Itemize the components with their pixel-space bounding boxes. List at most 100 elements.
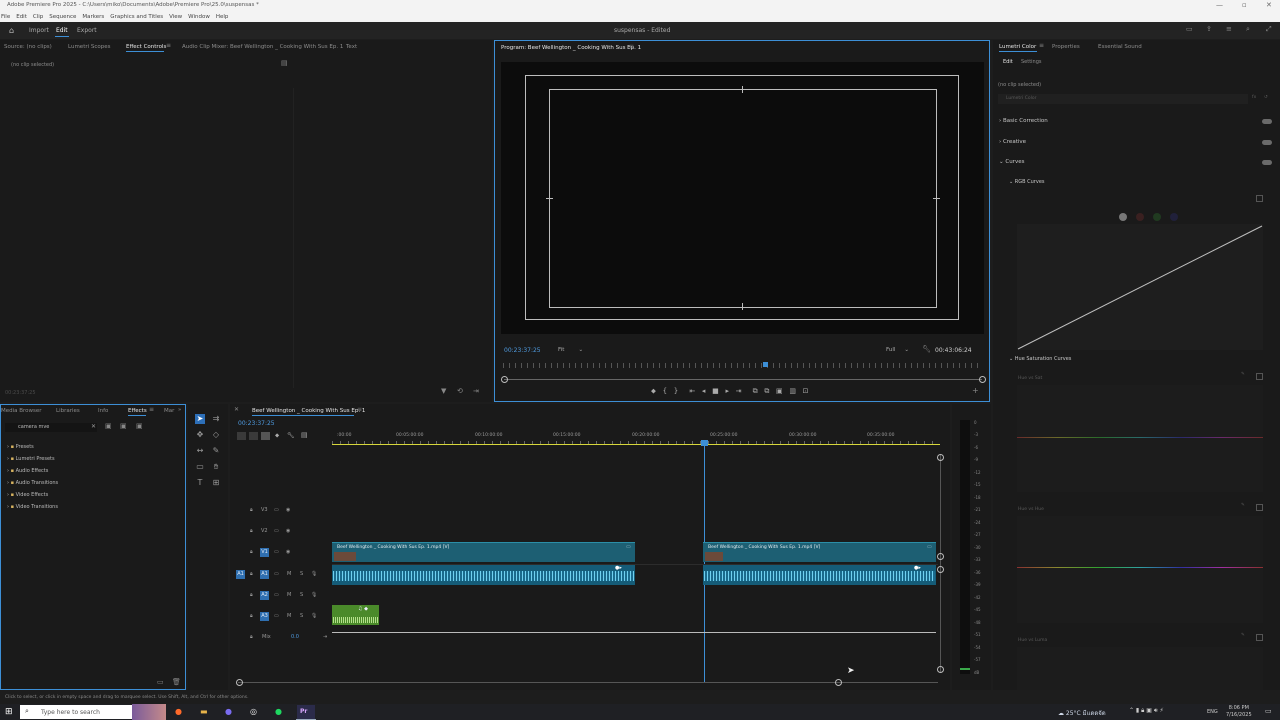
tab-audio-clip-mixer[interactable]: Audio Clip Mixer: Beef Wellington _ Cook… (182, 44, 343, 50)
32bit-effects-icon[interactable]: ▣ (120, 422, 127, 430)
curve-blue-channel[interactable] (1170, 213, 1178, 221)
clip-a3-1[interactable]: ♫ ◆ (332, 605, 379, 625)
effects-folder-lumetri-presets[interactable]: › ▪ Lumetri Presets (7, 453, 58, 465)
solo-button[interactable]: S (300, 571, 303, 577)
zoom-scrollbar[interactable] (504, 379, 982, 380)
tab-text[interactable]: Text (346, 44, 357, 50)
hue-vs-sat-graph[interactable] (1017, 385, 1263, 492)
maximize-icon[interactable]: ▫ (1242, 1, 1247, 9)
eyedropper-icon[interactable]: ✎ (1241, 503, 1245, 508)
tab-effects[interactable]: Effects (128, 408, 147, 414)
clip-a1-2[interactable]: ●▸ (703, 565, 936, 585)
tab-properties[interactable]: Properties (1052, 44, 1080, 50)
effects-menu-icon[interactable]: ≡ (149, 406, 154, 413)
basic-correction-toggle[interactable] (1262, 119, 1272, 124)
section-basic-correction[interactable]: › Basic Correction (999, 118, 1048, 124)
vscroll-handle-mid[interactable] (937, 553, 944, 560)
workspaces-icon[interactable]: ▭ (1186, 25, 1193, 33)
extract-icon[interactable]: ⧉ (764, 387, 769, 395)
tab-info[interactable]: Info (98, 408, 108, 414)
rectangle-tool-icon[interactable]: ▭ (195, 462, 205, 472)
menu-edit[interactable]: Edit (16, 14, 27, 20)
tab-lumetri-color[interactable]: Lumetri Color (999, 44, 1036, 50)
selection-tool-icon[interactable]: ➤ (195, 414, 205, 424)
curve-white-channel[interactable] (1119, 213, 1127, 221)
add-button-icon[interactable]: + (972, 386, 979, 395)
more-tabs-icon[interactable]: » (178, 407, 181, 413)
timeline-tab[interactable]: Beef Wellington _ Cooking With Sus Ep. 1 (252, 408, 365, 414)
track-select-tool-icon[interactable]: ⇉ (211, 414, 221, 424)
pen-tool-icon[interactable]: ✎ (211, 446, 221, 456)
discord-icon[interactable]: ● (225, 707, 232, 716)
tab-markers[interactable]: Mar (164, 408, 174, 414)
subtab-edit[interactable]: Edit (1003, 59, 1013, 65)
timeline-timecode[interactable]: 00:23:37:25 (238, 420, 275, 427)
filter-icon[interactable]: ▼ (441, 387, 446, 395)
hue-vs-sat-checkbox[interactable] (1256, 373, 1263, 380)
nav-edit[interactable]: Edit (56, 27, 68, 34)
fx-icon[interactable]: fx (1252, 95, 1256, 100)
reset-icon[interactable]: ↺ (1264, 95, 1268, 100)
tab-essential-sound[interactable]: Essential Sound (1098, 44, 1142, 50)
lumetri-menu-icon[interactable]: ≡ (1039, 42, 1044, 49)
track-target-a1[interactable]: A1 (260, 570, 269, 579)
step-back-icon[interactable]: ◂ (702, 387, 706, 395)
sync-lock-icon[interactable]: ▭ (274, 507, 279, 513)
eye-icon[interactable]: ◉ (286, 549, 290, 555)
tab-libraries[interactable]: Libraries (56, 408, 80, 414)
clip-v1-1[interactable]: Beef Wellington _ Cooking With Sus Ep. 1… (332, 542, 635, 562)
step-forward-icon[interactable]: ▸ (725, 387, 729, 395)
lock-icon[interactable]: 🔒︎ (250, 528, 253, 534)
effects-folder-video-effects[interactable]: › ▪ Video Effects (7, 489, 58, 501)
effects-folder-presets[interactable]: › ▪ Presets (7, 441, 58, 453)
sync-lock-icon[interactable]: ▭ (274, 613, 279, 619)
hscroll-handle-right[interactable] (835, 679, 842, 686)
fit-dropdown[interactable]: Fit ⌄ (558, 347, 583, 353)
mute-button[interactable]: M (287, 592, 291, 598)
program-tab[interactable]: Program: Beef Wellington _ Cooking With … (501, 45, 641, 51)
section-curves[interactable]: ⌄ Curves (999, 159, 1024, 165)
menu-file[interactable]: File (1, 14, 10, 20)
search-highlight-image[interactable] (132, 704, 166, 720)
delete-icon[interactable]: 🗑︎ (172, 678, 181, 686)
clock[interactable]: 8:06 PM 7/16/2025 (1226, 705, 1252, 719)
rgb-curves-checkbox[interactable] (1256, 195, 1263, 202)
home-icon[interactable]: ⌂ (9, 26, 14, 35)
type-tool-icon[interactable]: T (195, 478, 205, 488)
lock-icon[interactable]: 🔒︎ (250, 507, 253, 513)
close-tab-icon[interactable]: ✕ (234, 406, 239, 413)
section-creative[interactable]: › Creative (999, 139, 1026, 145)
ripple-edit-tool-icon[interactable]: ✥ (195, 430, 205, 440)
mute-button[interactable]: M (287, 571, 291, 577)
menu-markers[interactable]: Markers (82, 14, 104, 20)
hue-vs-hue-checkbox[interactable] (1256, 504, 1263, 511)
vscroll-handle-bottom[interactable] (937, 666, 944, 673)
lock-icon[interactable]: 🔒︎ (250, 571, 253, 577)
effects-folder-audio-transitions[interactable]: › ▪ Audio Transitions (7, 477, 58, 489)
eyedropper-icon[interactable]: ✎ (1241, 372, 1245, 377)
subtab-settings[interactable]: Settings (1021, 59, 1042, 65)
horizontal-scrollbar[interactable] (238, 682, 938, 683)
clear-search-icon[interactable]: ✕ (91, 423, 96, 430)
program-playhead[interactable] (763, 362, 768, 367)
menu-icon[interactable]: ≡ (1226, 25, 1232, 33)
sync-lock-icon[interactable]: ▭ (274, 592, 279, 598)
firefox-icon[interactable]: ● (175, 707, 182, 716)
stop-icon[interactable]: ■ (712, 387, 719, 395)
accelerated-effects-icon[interactable]: ▣ (105, 422, 112, 430)
effects-folder-audio-effects[interactable]: › ▪ Audio Effects (7, 465, 58, 477)
tab-source[interactable]: Source: (no clips) (4, 44, 52, 50)
look-dropdown[interactable]: Lumetri Color (998, 94, 1248, 104)
vr-icon[interactable]: ⊡ (803, 387, 809, 395)
nav-import[interactable]: Import (29, 27, 49, 34)
menu-window[interactable]: Window (188, 14, 210, 20)
video-canvas[interactable] (501, 62, 984, 334)
language-indicator[interactable]: ENG (1207, 709, 1218, 715)
slip-tool-icon[interactable]: ↔ (195, 446, 205, 456)
zoom-tool-icon[interactable]: ⊞ (211, 478, 221, 488)
zoom-handle-right[interactable] (979, 376, 986, 383)
rgb-curves-header[interactable]: ⌄ RGB Curves (1009, 179, 1045, 185)
hue-vs-luma-graph[interactable] (1017, 647, 1263, 690)
close-icon[interactable]: ✕ (1266, 1, 1272, 9)
hand-tool-icon[interactable]: ✋︎ (211, 462, 221, 472)
